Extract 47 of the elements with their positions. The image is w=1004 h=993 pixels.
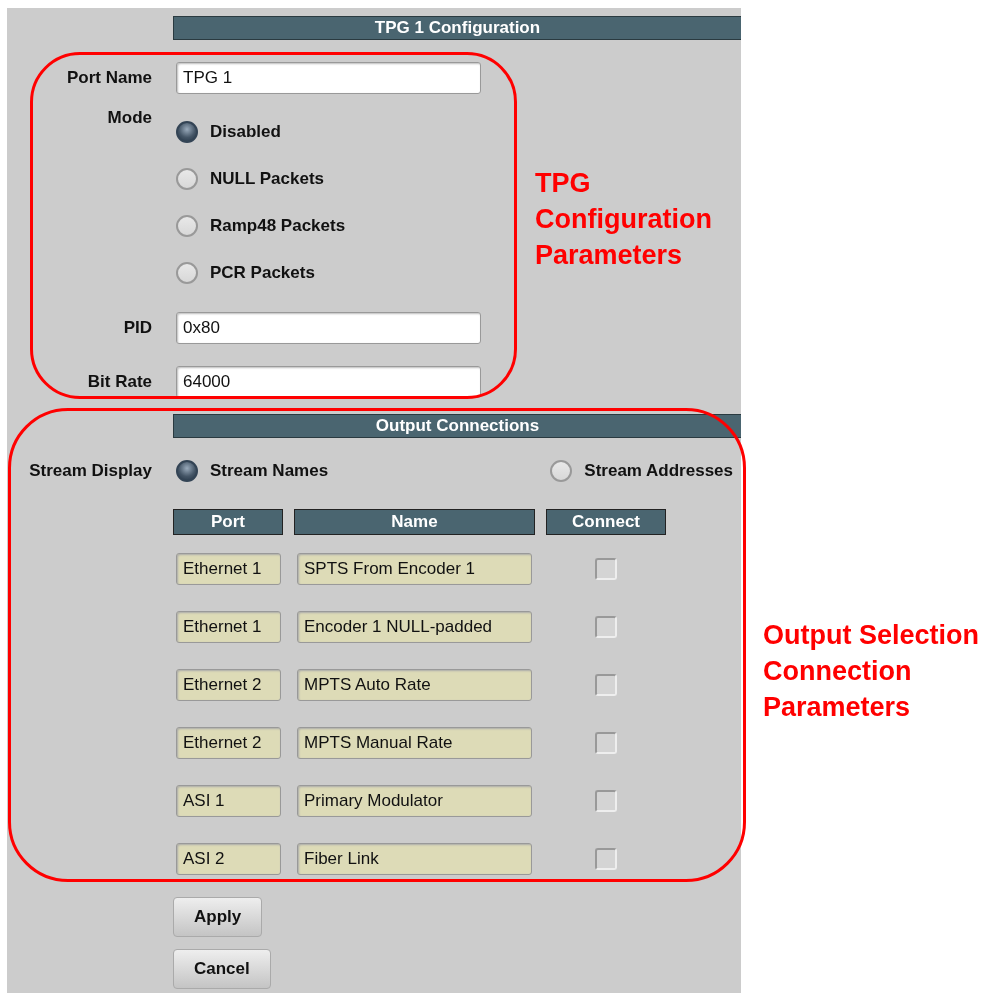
field-label: Bit Rate (87, 372, 152, 392)
radio-label: Stream Names (210, 461, 329, 481)
port-field[interactable]: ASI 1 (176, 785, 281, 817)
stream-name-field[interactable]: Encoder 1 NULL-padded (297, 611, 532, 643)
radio-button[interactable] (176, 168, 198, 190)
section-header: Output Connections (173, 414, 741, 438)
connect-checkbox[interactable] (595, 674, 617, 696)
connect-checkbox[interactable] (595, 790, 617, 812)
column-header: Connect (546, 509, 666, 535)
action-button[interactable]: Cancel (173, 949, 271, 989)
action-button[interactable]: Apply (173, 897, 263, 937)
connect-checkbox[interactable] (595, 558, 617, 580)
radio-label: PCR Packets (210, 263, 315, 283)
radio-button[interactable] (176, 121, 198, 143)
bit-rate-field[interactable]: 64000 (176, 366, 481, 398)
stream-name-field[interactable]: MPTS Auto Rate (297, 669, 532, 701)
field-label: Mode (107, 108, 152, 128)
connect-checkbox[interactable] (595, 848, 617, 870)
radio-button[interactable] (550, 460, 573, 482)
stream-name-field[interactable]: MPTS Manual Rate (297, 727, 532, 759)
connect-checkbox[interactable] (595, 732, 617, 754)
radio-button[interactable] (176, 215, 198, 237)
callout-text: Output Selection Connection Parameters (763, 619, 980, 724)
field-label: Port Name (66, 68, 152, 88)
column-header: Port (173, 509, 283, 535)
port-field[interactable]: Ethernet 2 (176, 727, 281, 759)
port-field[interactable]: Ethernet 2 (176, 669, 281, 701)
port-field[interactable]: Ethernet 1 (176, 611, 281, 643)
radio-button[interactable] (176, 262, 198, 284)
section-header: TPG 1 Configuration (173, 16, 741, 40)
stream-name-field[interactable]: Fiber Link (297, 843, 532, 875)
radio-label: NULL Packets (210, 169, 324, 189)
stream-name-field[interactable]: SPTS From Encoder 1 (297, 553, 532, 585)
radio-label: Ramp48 Packets (210, 216, 346, 236)
port-field[interactable]: ASI 2 (176, 843, 281, 875)
column-header: Name (294, 509, 535, 535)
field-label: Stream Display (29, 461, 152, 481)
port-name-field[interactable]: TPG 1 (176, 62, 481, 94)
stream-name-field[interactable]: Primary Modulator (297, 785, 532, 817)
radio-button[interactable] (176, 460, 198, 482)
field-label: PID (123, 318, 152, 338)
port-field[interactable]: Ethernet 1 (176, 553, 281, 585)
radio-label: Disabled (210, 122, 281, 142)
pid-field[interactable]: 0x80 (176, 312, 481, 344)
callout-text: TPG Configuration Parameters (535, 167, 713, 272)
connect-checkbox[interactable] (595, 616, 617, 638)
radio-label: Stream Addresses (584, 461, 733, 481)
